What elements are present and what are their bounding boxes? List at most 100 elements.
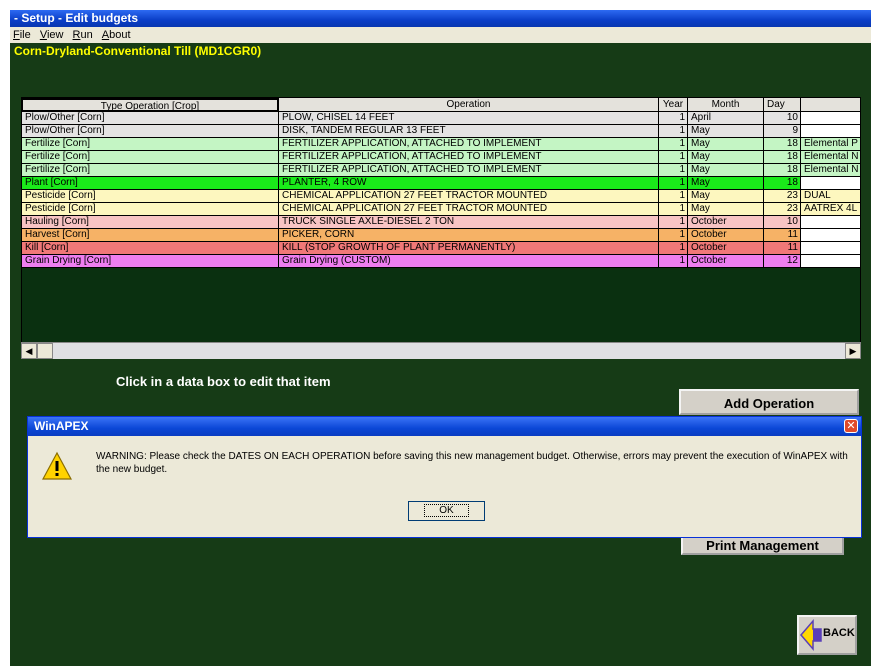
cell-year[interactable]: 1: [659, 125, 688, 138]
cell-day[interactable]: 18: [764, 177, 801, 190]
cell-month[interactable]: May: [688, 190, 764, 203]
table-row[interactable]: Grain Drying [Corn] Grain Drying (CUSTOM)…: [22, 255, 860, 268]
header-month[interactable]: Month: [688, 98, 764, 112]
cell-month[interactable]: May: [688, 151, 764, 164]
cell-month[interactable]: May: [688, 164, 764, 177]
cell-day[interactable]: 18: [764, 138, 801, 151]
horizontal-scrollbar[interactable]: ◀ ▶: [21, 342, 861, 359]
cell-operation[interactable]: PICKER, CORN: [279, 229, 659, 242]
cell-year[interactable]: 1: [659, 112, 688, 125]
cell-month[interactable]: October: [688, 216, 764, 229]
cell-type-operation[interactable]: Hauling [Corn]: [22, 216, 279, 229]
cell-type-operation[interactable]: Plow/Other [Corn]: [22, 125, 279, 138]
ok-button[interactable]: OK: [408, 501, 485, 521]
cell-extra[interactable]: [801, 177, 860, 190]
scroll-right-icon[interactable]: ▶: [845, 343, 861, 359]
cell-extra[interactable]: Elemental N: [801, 151, 860, 164]
cell-year[interactable]: 1: [659, 229, 688, 242]
cell-year[interactable]: 1: [659, 138, 688, 151]
scroll-thumb[interactable]: [37, 343, 53, 359]
cell-extra[interactable]: [801, 242, 860, 255]
cell-operation[interactable]: FERTILIZER APPLICATION, ATTACHED TO IMPL…: [279, 151, 659, 164]
cell-year[interactable]: 1: [659, 190, 688, 203]
cell-month[interactable]: October: [688, 229, 764, 242]
cell-operation[interactable]: FERTILIZER APPLICATION, ATTACHED TO IMPL…: [279, 164, 659, 177]
table-row[interactable]: Hauling [Corn] TRUCK SINGLE AXLE-DIESEL 2…: [22, 216, 860, 229]
cell-extra[interactable]: [801, 112, 860, 125]
cell-month[interactable]: May: [688, 138, 764, 151]
cell-month[interactable]: October: [688, 255, 764, 268]
cell-day[interactable]: 11: [764, 242, 801, 255]
cell-extra[interactable]: [801, 229, 860, 242]
cell-month[interactable]: April: [688, 112, 764, 125]
table-row[interactable]: Pesticide [Corn] CHEMICAL APPLICATION 27 …: [22, 190, 860, 203]
cell-year[interactable]: 1: [659, 216, 688, 229]
cell-extra[interactable]: [801, 255, 860, 268]
cell-operation[interactable]: CHEMICAL APPLICATION 27 FEET TRACTOR MOU…: [279, 190, 659, 203]
menu-run[interactable]: Run: [70, 27, 96, 43]
cell-type-operation[interactable]: Pesticide [Corn]: [22, 190, 279, 203]
cell-extra[interactable]: Elemental N: [801, 164, 860, 177]
menu-view[interactable]: View: [37, 27, 67, 43]
cell-extra[interactable]: [801, 125, 860, 138]
menu-file[interactable]: File: [10, 27, 34, 43]
add-operation-button[interactable]: Add Operation: [679, 389, 859, 415]
cell-operation[interactable]: KILL (STOP GROWTH OF PLANT PERMANENTLY): [279, 242, 659, 255]
cell-day[interactable]: 10: [764, 112, 801, 125]
table-row[interactable]: Fertilize [Corn] FERTILIZER APPLICATION, …: [22, 138, 860, 151]
cell-type-operation[interactable]: Harvest [Corn]: [22, 229, 279, 242]
cell-type-operation[interactable]: Plant [Corn]: [22, 177, 279, 190]
cell-type-operation[interactable]: Kill [Corn]: [22, 242, 279, 255]
table-row[interactable]: Fertilize [Corn] FERTILIZER APPLICATION, …: [22, 164, 860, 177]
cell-day[interactable]: 12: [764, 255, 801, 268]
cell-type-operation[interactable]: Pesticide [Corn]: [22, 203, 279, 216]
cell-extra[interactable]: Elemental P: [801, 138, 860, 151]
cell-type-operation[interactable]: Fertilize [Corn]: [22, 164, 279, 177]
cell-day[interactable]: 11: [764, 229, 801, 242]
cell-operation[interactable]: Grain Drying (CUSTOM): [279, 255, 659, 268]
table-row[interactable]: Kill [Corn] KILL (STOP GROWTH OF PLANT PE…: [22, 242, 860, 255]
cell-operation[interactable]: PLOW, CHISEL 14 FEET: [279, 112, 659, 125]
cell-year[interactable]: 1: [659, 242, 688, 255]
cell-operation[interactable]: DISK, TANDEM REGULAR 13 FEET: [279, 125, 659, 138]
cell-extra[interactable]: DUAL: [801, 190, 860, 203]
cell-day[interactable]: 23: [764, 190, 801, 203]
scroll-left-icon[interactable]: ◀: [21, 343, 37, 359]
cell-day[interactable]: 23: [764, 203, 801, 216]
back-button[interactable]: BACK: [797, 615, 857, 655]
cell-type-operation[interactable]: Plow/Other [Corn]: [22, 112, 279, 125]
cell-type-operation[interactable]: Grain Drying [Corn]: [22, 255, 279, 268]
table-row[interactable]: Harvest [Corn] PICKER, CORN 1 October 11: [22, 229, 860, 242]
cell-month[interactable]: May: [688, 125, 764, 138]
header-year[interactable]: Year: [659, 98, 688, 112]
cell-operation[interactable]: PLANTER, 4 ROW: [279, 177, 659, 190]
cell-day[interactable]: 9: [764, 125, 801, 138]
header-type-operation[interactable]: Type Operation [Crop]: [22, 98, 279, 112]
cell-extra[interactable]: [801, 216, 860, 229]
cell-type-operation[interactable]: Fertilize [Corn]: [22, 138, 279, 151]
cell-operation[interactable]: CHEMICAL APPLICATION 27 FEET TRACTOR MOU…: [279, 203, 659, 216]
cell-month[interactable]: October: [688, 242, 764, 255]
cell-operation[interactable]: FERTILIZER APPLICATION, ATTACHED TO IMPL…: [279, 138, 659, 151]
cell-extra[interactable]: AATREX 4L: [801, 203, 860, 216]
cell-month[interactable]: May: [688, 177, 764, 190]
header-operation[interactable]: Operation: [279, 98, 659, 112]
cell-type-operation[interactable]: Fertilize [Corn]: [22, 151, 279, 164]
close-icon[interactable]: ✕: [844, 419, 858, 433]
cell-day[interactable]: 18: [764, 151, 801, 164]
table-row[interactable]: Plow/Other [Corn] PLOW, CHISEL 14 FEET 1 Ap…: [22, 112, 860, 125]
table-row[interactable]: Plow/Other [Corn] DISK, TANDEM REGULAR 13…: [22, 125, 860, 138]
header-extra[interactable]: [801, 98, 860, 112]
menu-about[interactable]: About: [99, 27, 134, 43]
cell-day[interactable]: 10: [764, 216, 801, 229]
cell-operation[interactable]: TRUCK SINGLE AXLE-DIESEL 2 TON: [279, 216, 659, 229]
cell-year[interactable]: 1: [659, 151, 688, 164]
header-day[interactable]: Day: [764, 98, 801, 112]
cell-year[interactable]: 1: [659, 164, 688, 177]
table-row[interactable]: Pesticide [Corn] CHEMICAL APPLICATION 27 …: [22, 203, 860, 216]
cell-month[interactable]: May: [688, 203, 764, 216]
cell-year[interactable]: 1: [659, 203, 688, 216]
cell-year[interactable]: 1: [659, 255, 688, 268]
table-row[interactable]: Fertilize [Corn] FERTILIZER APPLICATION, …: [22, 151, 860, 164]
cell-year[interactable]: 1: [659, 177, 688, 190]
